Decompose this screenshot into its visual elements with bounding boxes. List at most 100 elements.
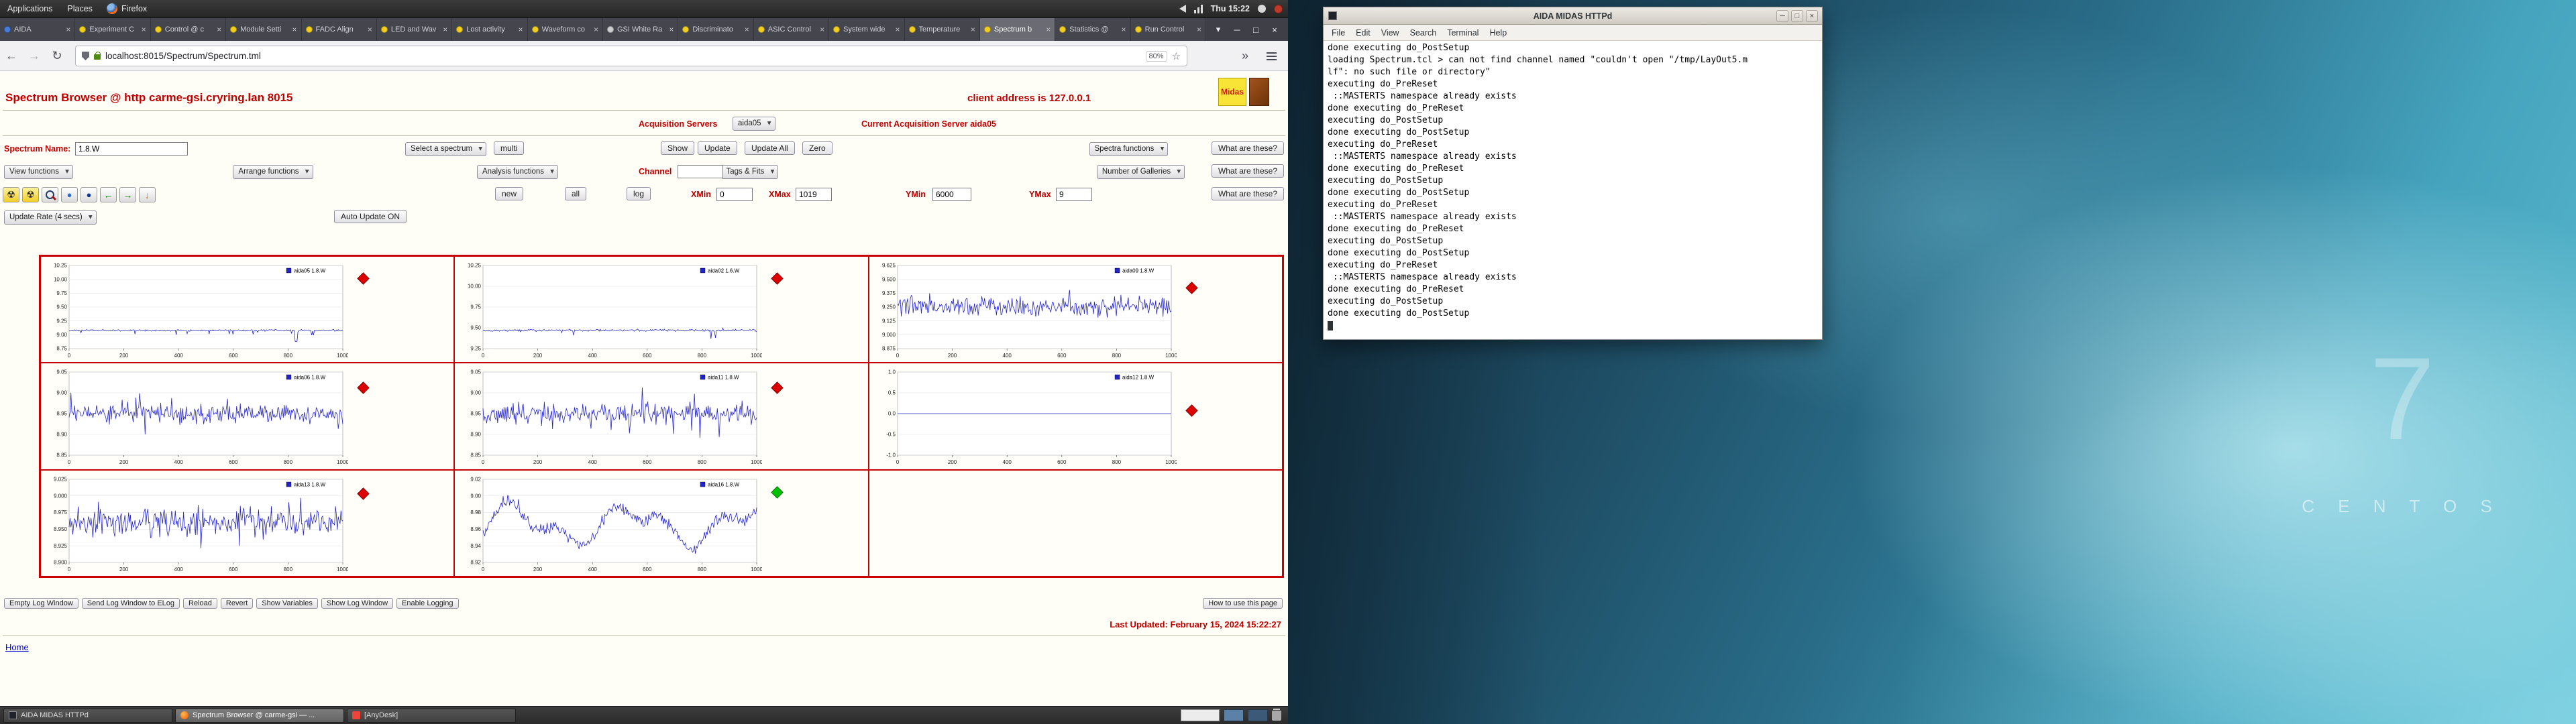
update-rate-dropdown[interactable]: Update Rate (4 secs) [4,210,97,225]
radiation-icon-1[interactable] [3,187,19,202]
terminal-menu-edit[interactable]: Edit [1350,28,1376,38]
places-menu[interactable]: Places [60,0,100,18]
browser-tab[interactable]: Waveform co × [527,18,603,41]
forward-icon[interactable]: → [23,49,46,63]
update-all-button[interactable]: Update All [745,141,795,155]
menu-icon[interactable] [1267,52,1277,60]
url-bar[interactable]: localhost:8015/Spectrum/Spectrum.tml 80%… [75,46,1187,66]
new-button[interactable]: new [495,187,524,200]
tab-close-icon[interactable]: × [217,25,221,34]
view-functions-dropdown[interactable]: View functions [4,165,73,179]
back-icon[interactable]: ← [0,49,23,63]
status-diamond[interactable] [1185,404,1198,418]
ymin-input[interactable] [932,188,971,201]
what-are-these-button-1[interactable]: What are these? [1211,141,1284,155]
xmin-input[interactable] [716,188,753,201]
network-icon[interactable] [1193,4,1203,13]
browser-tab[interactable]: Control @ c × [150,18,227,41]
terminal-maximize-icon[interactable]: □ [1791,9,1803,22]
send-log-window-to-elog-button[interactable]: Send Log Window to ELog [81,598,180,609]
volume-icon[interactable] [1179,5,1186,13]
reload-button[interactable]: Reload [183,598,217,609]
taskbar-window-button[interactable]: AIDA MIDAS HTTPd [3,708,172,723]
what-are-these-button-2[interactable]: What are these? [1211,164,1284,178]
tab-close-icon[interactable]: × [368,25,372,34]
spectrum-name-input[interactable] [75,142,188,156]
tab-close-icon[interactable]: × [292,25,297,34]
tab-close-icon[interactable]: × [1197,25,1201,34]
applications-menu[interactable]: Applications [0,0,60,18]
lock-icon[interactable] [94,52,101,60]
browser-tab[interactable]: AIDA × [0,18,76,41]
status-diamond[interactable] [771,381,784,395]
tab-close-icon[interactable]: × [820,25,824,34]
spectra-functions-dropdown[interactable]: Spectra functions [1089,142,1169,156]
what-are-these-button-3[interactable]: What are these? [1211,187,1284,200]
terminal-menu-help[interactable]: Help [1484,28,1512,38]
enable-logging-button[interactable]: Enable Logging [396,598,459,609]
browser-tab[interactable]: GSI White Ra × [603,18,679,41]
tab-close-icon[interactable]: × [745,25,749,34]
browser-tab[interactable]: FADC Align × [301,18,377,41]
tab-close-icon[interactable]: × [1046,25,1051,34]
radiation-icon-2[interactable] [22,187,39,202]
user-menu-icon[interactable] [1258,5,1266,13]
trash-icon[interactable] [1272,708,1281,721]
browser-tab[interactable]: ASIC Control × [753,18,830,41]
tab-close-icon[interactable]: × [669,25,674,34]
clock[interactable]: Thu 15:22 [1211,4,1250,13]
browser-tab[interactable]: Run Control × [1130,18,1206,41]
shield-icon[interactable] [82,52,89,60]
secondary-logo[interactable] [1249,78,1269,106]
terminal-menu-file[interactable]: File [1326,28,1350,38]
channel-input[interactable] [678,165,723,178]
browser-tab[interactable]: Module Setti × [226,18,302,41]
tab-close-icon[interactable]: × [519,25,523,34]
taskbar-window-button[interactable]: [AnyDesk] [347,708,516,723]
status-diamond[interactable] [357,381,370,395]
workspace-1[interactable] [1224,709,1244,721]
tab-close-icon[interactable]: × [443,25,447,34]
browser-tab[interactable]: Discriminato × [678,18,754,41]
show-variables-button[interactable]: Show Variables [256,598,318,609]
arrow-left-icon[interactable] [100,187,117,202]
all-button[interactable]: all [565,187,587,200]
arrange-functions-dropdown[interactable]: Arrange functions [233,165,313,179]
terminal-titlebar[interactable]: AIDA MIDAS HTTPd ─ □ × [1324,7,1822,25]
reload-icon[interactable]: ↻ [46,49,68,63]
tab-close-icon[interactable]: × [66,25,70,34]
url-text[interactable]: localhost:8015/Spectrum/Spectrum.tml [105,51,1141,61]
tab-close-icon[interactable]: × [895,25,900,34]
status-diamond[interactable] [771,272,784,285]
home-link[interactable]: Home [5,642,29,652]
arrow-right-icon[interactable] [119,187,136,202]
pager-preview[interactable] [1181,709,1220,721]
status-diamond[interactable] [1185,282,1198,294]
tab-close-icon[interactable]: × [142,25,146,34]
status-diamond[interactable] [357,487,370,500]
bookmark-star-icon[interactable]: ☆ [1172,50,1181,62]
browser-tab[interactable]: Temperature × [904,18,980,41]
taskbar-window-button[interactable]: Spectrum Browser @ carme-gsi — ... [175,708,344,723]
terminal-menu-view[interactable]: View [1376,28,1405,38]
blue-circle-icon[interactable] [61,187,78,202]
power-icon[interactable] [1274,4,1283,13]
terminal-output[interactable]: done executing do_PostSetup loading Spect… [1324,41,1822,339]
active-app-menu[interactable]: Firefox [100,3,154,14]
tab-close-icon[interactable]: × [971,25,975,34]
status-diamond[interactable] [357,272,370,285]
minimize-icon[interactable]: ─ [1228,25,1246,35]
terminal-menu-search[interactable]: Search [1405,28,1442,38]
zoom-level[interactable]: 80% [1145,50,1167,62]
tags-fits-dropdown[interactable]: Tags & Fits [720,165,779,179]
zero-button[interactable]: Zero [802,141,833,155]
browser-tab[interactable]: Spectrum b × [979,18,1056,41]
empty-log-window-button[interactable]: Empty Log Window [4,598,78,609]
maximize-icon[interactable]: □ [1246,25,1265,35]
auto-update-button[interactable]: Auto Update ON [334,210,407,223]
analysis-functions-dropdown[interactable]: Analysis functions [477,165,559,179]
browser-tab[interactable]: LED and Wav × [376,18,453,41]
status-diamond[interactable] [771,485,784,499]
how-to-use-button[interactable]: How to use this page [1203,598,1283,609]
terminal-minimize-icon[interactable]: ─ [1776,9,1788,22]
